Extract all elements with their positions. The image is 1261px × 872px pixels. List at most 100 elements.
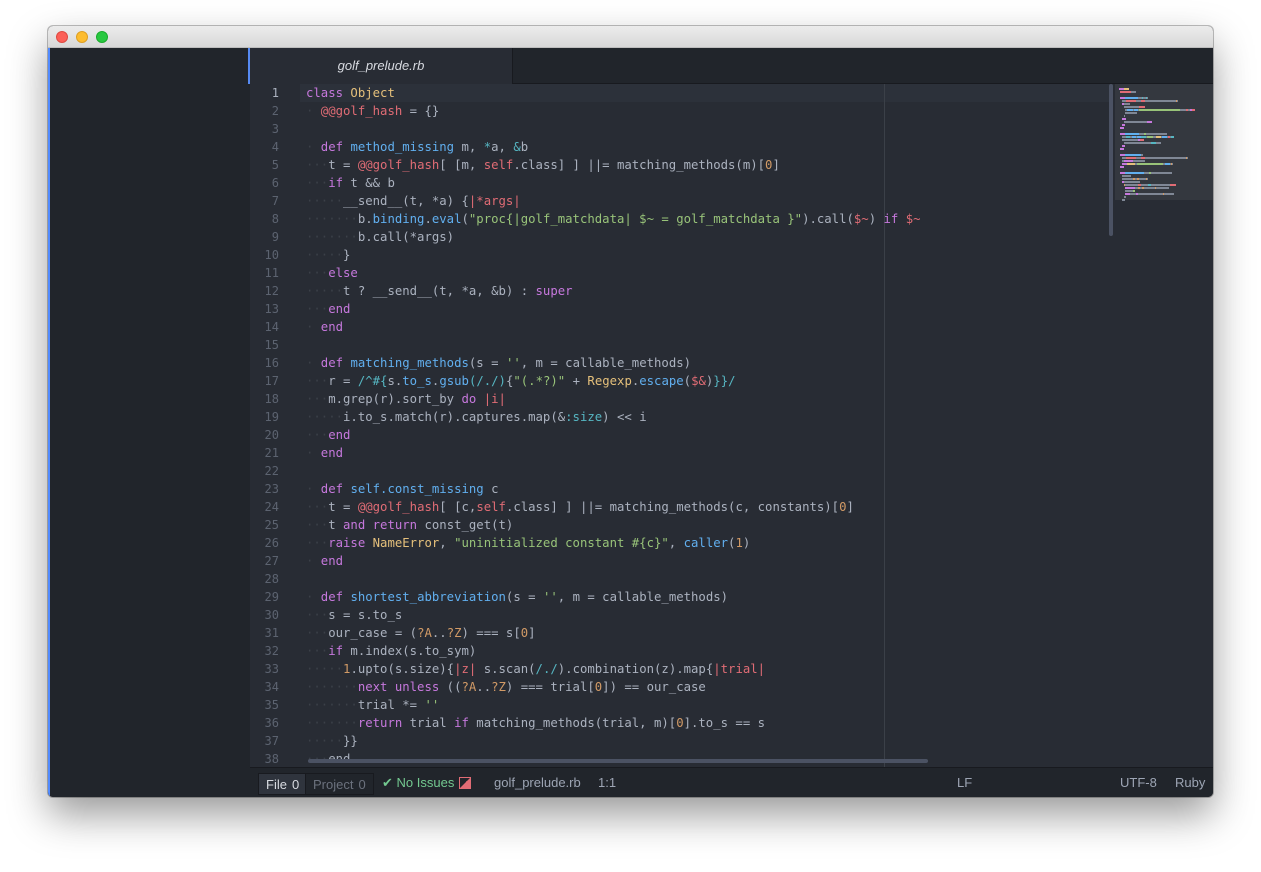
code-editor[interactable]: 1 2 3 4 5 6 7 8 9 10 11 12 13 14 15 16 17 18 19 20 21 22 23 24 2…: [250, 84, 1213, 767]
cursor-position[interactable]: 1:1: [598, 768, 616, 797]
code-line[interactable]: ···t = @@golf_hash[ [m, self.class] ] ||…: [306, 156, 780, 174]
code-line[interactable]: · end: [306, 318, 343, 336]
line-number[interactable]: 1: [250, 84, 279, 102]
line-number[interactable]: 34: [250, 678, 279, 696]
line-number[interactable]: 18: [250, 390, 279, 408]
title-bar: [48, 26, 1213, 48]
line-number[interactable]: 17: [250, 372, 279, 390]
code-line[interactable]: ·······return trial if matching_methods(…: [306, 714, 765, 732]
code-line[interactable]: ···t = @@golf_hash[ [c,self.class] ] ||=…: [306, 498, 854, 516]
vertical-scrollbar[interactable]: [1109, 84, 1113, 236]
line-number[interactable]: 4: [250, 138, 279, 156]
line-number[interactable]: 16: [250, 354, 279, 372]
line-number[interactable]: 32: [250, 642, 279, 660]
code-line[interactable]: ···end: [306, 300, 350, 318]
line-number[interactable]: 20: [250, 426, 279, 444]
code-line[interactable]: ·······b.call(*args): [306, 228, 454, 246]
line-number[interactable]: 36: [250, 714, 279, 732]
line-number[interactable]: 14: [250, 318, 279, 336]
line-number[interactable]: 2: [250, 102, 279, 120]
code-line[interactable]: ···s = s.to_s: [306, 606, 402, 624]
code-line[interactable]: ·····t ? __send__(t, *a, &b) : super: [306, 282, 573, 300]
code-line[interactable]: ·····__send__(t, *a) {|*args|: [306, 192, 521, 210]
line-number-gutter[interactable]: 1 2 3 4 5 6 7 8 9 10 11 12 13 14 15 16 17 18 19 20 21 22 23 24 2…: [250, 84, 300, 767]
line-number[interactable]: 31: [250, 624, 279, 642]
code-line[interactable]: ···m.grep(r).sort_by do |i|: [306, 390, 506, 408]
line-number[interactable]: 38: [250, 750, 279, 767]
line-number[interactable]: 23: [250, 480, 279, 498]
line-number[interactable]: 25: [250, 516, 279, 534]
editor-window: golf_prelude.rb 1 2 3 4 5 6 7 8 9 10 11 12 13 14 15 16 1…: [48, 26, 1213, 797]
line-number[interactable]: 26: [250, 534, 279, 552]
code-line[interactable]: · @@golf_hash = {}: [306, 102, 439, 120]
line-number[interactable]: 21: [250, 444, 279, 462]
code-line[interactable]: ···t and return const_get(t): [306, 516, 513, 534]
line-number[interactable]: 22: [250, 462, 279, 480]
lint-status[interactable]: ✔ No Issues: [382, 768, 454, 797]
line-ending[interactable]: LF: [957, 768, 972, 797]
code-token: ..: [476, 680, 492, 694]
line-number[interactable]: 30: [250, 606, 279, 624]
line-number[interactable]: 5: [250, 156, 279, 174]
status-file-name[interactable]: golf_prelude.rb: [494, 768, 581, 797]
code-line[interactable]: ···raise NameError, "uninitialized const…: [306, 534, 750, 552]
code-token: ·····: [306, 284, 344, 298]
code-line[interactable]: ···if t && b: [306, 174, 395, 192]
line-number[interactable]: 3: [250, 120, 279, 138]
maximize-icon[interactable]: [96, 31, 108, 43]
minimap[interactable]: [1115, 84, 1213, 767]
tree-view-panel[interactable]: [48, 48, 248, 797]
code-line[interactable]: class Object: [306, 84, 395, 102]
line-number[interactable]: 8: [250, 210, 279, 228]
linter-icon[interactable]: [459, 777, 471, 789]
line-number[interactable]: 33: [250, 660, 279, 678]
code-line[interactable]: ·······next unless ((?A..?Z) === trial[0…: [306, 678, 706, 696]
close-icon[interactable]: [56, 31, 68, 43]
line-number[interactable]: 12: [250, 282, 279, 300]
status-file-tab[interactable]: File 0: [258, 773, 308, 795]
horizontal-scrollbar[interactable]: [308, 759, 928, 763]
code-line[interactable]: ·······trial *= '': [306, 696, 439, 714]
code-line[interactable]: ···end: [306, 426, 350, 444]
code-line[interactable]: ···else: [306, 264, 358, 282]
grammar-selector[interactable]: Ruby: [1175, 768, 1205, 797]
code-line[interactable]: ·····1.upto(s.size){|z| s.scan(/./).comb…: [306, 660, 765, 678]
minimap-token: [1164, 193, 1174, 195]
code-line[interactable]: ·····}: [306, 246, 350, 264]
line-number[interactable]: 19: [250, 408, 279, 426]
code-line[interactable]: ·······b.binding.eval("proc{|golf_matchd…: [306, 210, 921, 228]
line-number[interactable]: 24: [250, 498, 279, 516]
code-line[interactable]: · def shortest_abbreviation(s = '', m = …: [306, 588, 728, 606]
line-number[interactable]: 13: [250, 300, 279, 318]
line-number[interactable]: 37: [250, 732, 279, 750]
minimize-icon[interactable]: [76, 31, 88, 43]
line-number[interactable]: 11: [250, 264, 279, 282]
code-token: +: [565, 374, 588, 388]
status-project-tab[interactable]: Project 0: [305, 773, 374, 795]
code-line[interactable]: ···our_case = (?A..?Z) === s[0]: [306, 624, 536, 642]
code-line[interactable]: · def self.const_missing c: [306, 480, 499, 498]
code-line[interactable]: · end: [306, 444, 343, 462]
code-content[interactable]: class Object · @@golf_hash = {} · def meth…: [306, 84, 1116, 767]
code-line[interactable]: · def matching_methods(s = '', m = calla…: [306, 354, 691, 372]
line-number[interactable]: 27: [250, 552, 279, 570]
code-line[interactable]: ·····i.to_s.match(r).captures.map(&:size…: [306, 408, 647, 426]
line-number[interactable]: 29: [250, 588, 279, 606]
line-number[interactable]: 10: [250, 246, 279, 264]
line-number[interactable]: 6: [250, 174, 279, 192]
code-line[interactable]: · def method_missing m, *a, &b: [306, 138, 528, 156]
tab-golf-prelude[interactable]: golf_prelude.rb: [250, 48, 513, 84]
minimap-token: [1170, 184, 1176, 186]
code-token: NameError: [372, 536, 440, 550]
code-line[interactable]: ···if m.index(s.to_sym): [306, 642, 476, 660]
line-number[interactable]: 35: [250, 696, 279, 714]
line-number[interactable]: 7: [250, 192, 279, 210]
minimap-token: [1125, 97, 1138, 99]
line-number[interactable]: 15: [250, 336, 279, 354]
code-line[interactable]: ·····}}: [306, 732, 358, 750]
line-number[interactable]: 28: [250, 570, 279, 588]
line-number[interactable]: 9: [250, 228, 279, 246]
code-line[interactable]: ···r = /^#{s.to_s.gsub(/./){"(.*?)" + Re…: [306, 372, 736, 390]
code-line[interactable]: · end: [306, 552, 343, 570]
file-encoding[interactable]: UTF-8: [1120, 768, 1157, 797]
